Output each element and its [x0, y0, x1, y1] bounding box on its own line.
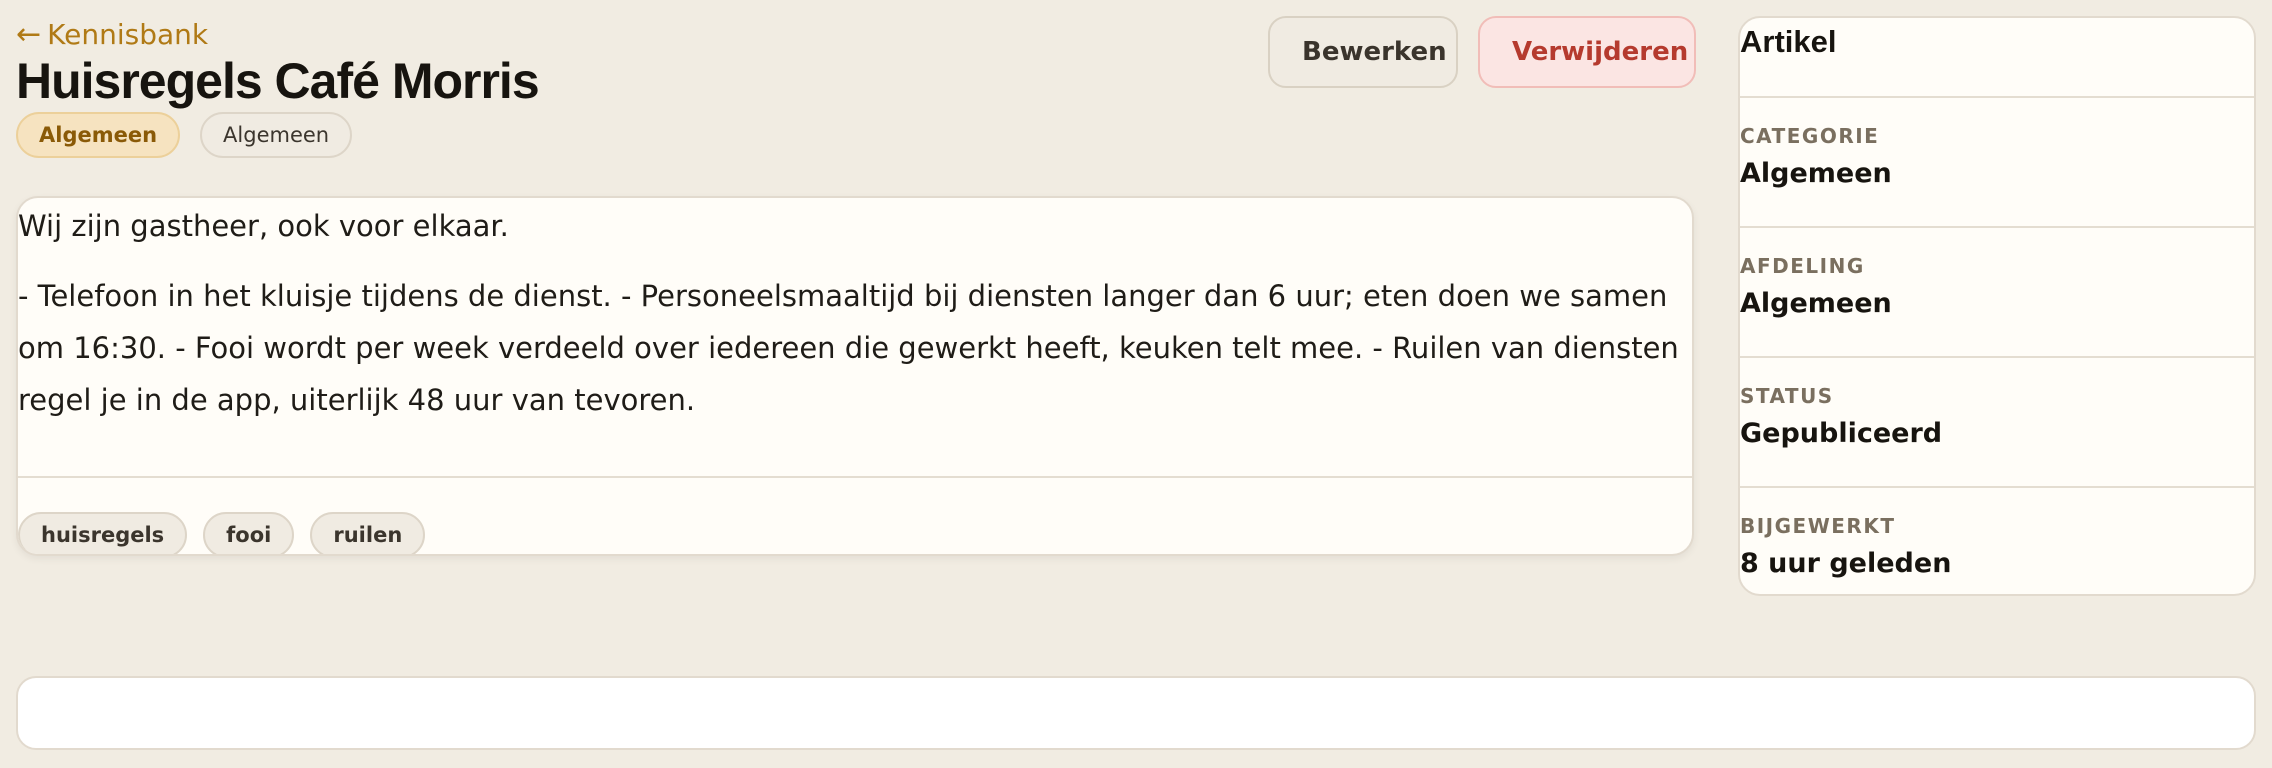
meta-value: Algemeen	[1740, 288, 1892, 319]
card-divider	[18, 476, 1692, 478]
meta-value: 8 uur geleden	[1740, 548, 1952, 579]
tag-huisregels[interactable]: huisregels	[18, 512, 188, 554]
meta-value: Gepubliceerd	[1740, 418, 1943, 449]
meta-row-updated: BIJGEWERKT 8 uur geleden	[1740, 488, 2254, 594]
article-meta-card: Artikel CATEGORIE Algemeen AFDELING Alge…	[1738, 16, 2256, 596]
meta-label: AFDELING	[1740, 254, 1865, 278]
delete-button[interactable]: Verwijderen	[1478, 16, 1696, 88]
meta-row-category: CATEGORIE Algemeen	[1740, 98, 2254, 228]
bottom-panel	[16, 676, 2256, 750]
meta-label: BIJGEWERKT	[1740, 514, 1896, 538]
back-link-kennisbank[interactable]: ← Kennisbank	[16, 18, 208, 51]
tag-list: huisregels fooi ruilen	[18, 512, 426, 554]
back-link-label: Kennisbank	[47, 18, 209, 51]
meta-label: CATEGORIE	[1740, 124, 1880, 148]
article-intro: Wij zijn gastheer, ook voor elkaar.	[18, 209, 509, 243]
article-body: Wij zijn gastheer, ook voor elkaar. - Te…	[18, 198, 1692, 426]
meta-row-department: AFDELING Algemeen	[1740, 228, 2254, 358]
article-rules-text: - Telefoon in het kluisje tijdens de die…	[18, 279, 1679, 417]
category-badge: Algemeen	[16, 112, 181, 158]
edit-button[interactable]: Bewerken	[1268, 16, 1458, 88]
meta-card-title: Artikel	[1740, 18, 2254, 98]
meta-row-status: STATUS Gepubliceerd	[1740, 358, 2254, 488]
meta-value: Algemeen	[1740, 158, 1892, 189]
arrow-left-icon: ←	[16, 16, 42, 52]
page-title: Huisregels Café Morris	[16, 53, 540, 109]
department-badge: Algemeen	[200, 112, 353, 158]
meta-label: STATUS	[1740, 384, 1834, 408]
article-actions: Bewerken Verwijderen	[1268, 16, 1696, 88]
article-content-card: Wij zijn gastheer, ook voor elkaar. - Te…	[16, 196, 1694, 556]
tag-ruilen[interactable]: ruilen	[310, 512, 426, 554]
tag-fooi[interactable]: fooi	[203, 512, 295, 554]
article-badges: Algemeen Algemeen	[16, 112, 353, 158]
